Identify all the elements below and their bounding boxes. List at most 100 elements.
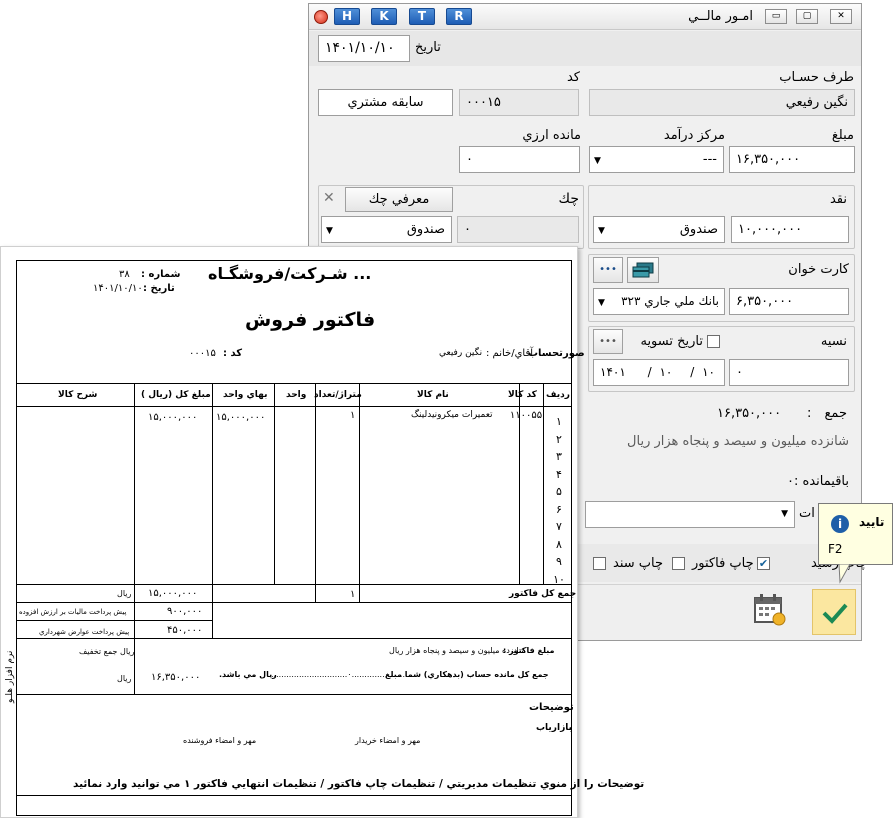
t-button[interactable]: T xyxy=(409,8,435,25)
cards-icon xyxy=(632,262,654,278)
item-qty: ۱ xyxy=(350,410,356,421)
k-button[interactable]: K xyxy=(371,8,397,25)
date-label: تاريخ xyxy=(415,40,441,55)
table-line xyxy=(274,383,275,584)
credit-field[interactable]: ۰ xyxy=(729,359,849,386)
income-center-label: مركز درآمد xyxy=(663,128,725,143)
row-numbers: ۱ ۲ ۳ ۴ ۵ ۶ ۷ ۸ ۹ ۱۰ xyxy=(553,413,565,588)
total-value: ۱۶,۳۵۰,۰۰۰ xyxy=(717,406,782,421)
vat-value: ۹۰۰,۰۰۰ xyxy=(167,606,203,617)
chevron-down-icon: ▼ xyxy=(594,156,601,166)
check-intro-button[interactable]: معرفي چك xyxy=(345,187,453,212)
sum-total: ۱۵,۰۰۰,۰۰۰ xyxy=(148,588,198,599)
party-field[interactable]: نگين رفيعي xyxy=(589,89,855,116)
app-icon[interactable] xyxy=(314,10,328,24)
income-center-select[interactable]: ▼ --- xyxy=(589,146,724,173)
cash-box-select[interactable]: ▼ صندوق xyxy=(593,216,725,243)
partial-label: ات xyxy=(799,506,815,521)
code-field: ۰۰۰۱۵ xyxy=(459,89,579,116)
check-label: چك xyxy=(558,191,579,207)
close-icon[interactable]: ✕ xyxy=(830,9,852,24)
print-doc-checkbox[interactable] xyxy=(593,557,606,570)
h-button[interactable]: H xyxy=(334,8,360,25)
fx-balance-field[interactable]: ۰ xyxy=(459,146,580,173)
col-price: بهاي واحد xyxy=(223,390,268,400)
discount-label: ريال جمع تخفيف xyxy=(79,647,135,656)
table-line xyxy=(16,620,213,621)
bank-value: بانك ملي جاري ۳۲۳ xyxy=(621,294,719,308)
amount-field[interactable]: ۱۶,۳۵۰,۰۰۰ xyxy=(729,146,855,173)
calendar-button[interactable] xyxy=(752,592,792,634)
remaining-value: ۰ xyxy=(787,474,794,489)
chevron-down-icon: ▼ xyxy=(598,298,605,308)
person-name: نگين رفيعي xyxy=(439,348,483,358)
item-name: تعميرات ميكرونيدلينگ xyxy=(411,410,493,420)
balance-end: ريال مي باشد. xyxy=(219,670,277,679)
table-line xyxy=(16,694,572,695)
r-button[interactable]: R xyxy=(446,8,472,25)
minimize-icon[interactable]: ▭ xyxy=(765,9,787,24)
settle-date-checkbox[interactable] xyxy=(707,335,720,348)
print-doc-label: چاپ سند xyxy=(613,556,664,571)
check-field[interactable]: ۰ xyxy=(457,216,579,243)
date-separator: / xyxy=(647,365,652,379)
title-bar: H K T R امـور مالــي ▭ ▢ ✕ xyxy=(309,4,861,30)
net-total: ۱۶,۳۵۰,۰۰۰ xyxy=(151,672,201,683)
frame-line xyxy=(16,260,17,816)
info-icon: i xyxy=(831,515,849,533)
print-receipt-checkbox[interactable]: ✔ xyxy=(757,557,770,570)
date-field[interactable]: ۱۴۰۱/۱۰/۱۰ xyxy=(318,35,410,62)
partial-select[interactable]: ▼ xyxy=(585,501,795,528)
row-number: ۲ xyxy=(556,432,562,446)
amount-words: شانزده ميليون و سيصد و پنجاه هزار ريال xyxy=(389,646,526,655)
table-line xyxy=(16,795,572,796)
company-name: ... شـركت/فروشگـاه xyxy=(208,264,372,283)
chevron-down-icon: ▼ xyxy=(598,226,605,236)
tooltip-pointer xyxy=(838,564,851,584)
credit-label: نسيه xyxy=(820,334,847,349)
month-part: ۱۰ xyxy=(659,365,673,379)
settle-date-field[interactable]: ۱۴۰۱ / ۱۰ / ۱۰ xyxy=(593,359,725,386)
confirm-tooltip: i تاييد F2 xyxy=(818,503,893,565)
invoice-title: فاكتور فروش xyxy=(245,309,376,331)
card-amount-field[interactable]: ۶,۳۵۰,۰۰۰ xyxy=(729,288,849,315)
table-line xyxy=(16,383,572,384)
frame-line xyxy=(16,260,572,261)
seller-signature: مهر و امضاء فروشنده xyxy=(183,736,257,745)
tooltip-shortcut: F2 xyxy=(828,542,843,556)
cards-icon-button[interactable] xyxy=(627,257,659,283)
print-invoice-checkbox[interactable] xyxy=(672,557,685,570)
col-qty: متراژ/تعداد xyxy=(314,390,362,400)
cash-field[interactable]: ۱۰,۰۰۰,۰۰۰ xyxy=(731,216,849,243)
table-line xyxy=(16,406,572,407)
clear-icon[interactable]: ✕ xyxy=(323,190,335,206)
history-button[interactable]: سابقه مشتري xyxy=(318,89,453,116)
more-button[interactable]: ••• xyxy=(593,329,623,354)
check-box-select[interactable]: ▼ صندوق xyxy=(321,216,452,243)
invoice-number: ۳۸ xyxy=(119,269,130,280)
sum-qty: ۱ xyxy=(350,589,356,600)
table-line xyxy=(212,383,213,639)
notes-label: توضيحات xyxy=(529,702,574,713)
total-label: جمع xyxy=(824,406,847,421)
confirm-button[interactable] xyxy=(812,589,856,635)
fx-balance-label: مانده ارزي xyxy=(522,128,581,143)
year-part: ۱۴۰۱ xyxy=(600,365,626,379)
row-number: ۳ xyxy=(556,450,562,463)
vat-label: پيش پرداخت ماليات بر ارزش افزوده xyxy=(19,608,127,616)
chevron-down-icon: ▼ xyxy=(781,509,788,519)
row-number: ۱ xyxy=(556,415,562,428)
bank-select[interactable]: ▼ بانك ملي جاري ۳۲۳ xyxy=(593,288,725,315)
item-price: ۱۵,۰۰۰,۰۰۰ xyxy=(216,412,266,423)
item-total: ۱۵,۰۰۰,۰۰۰ xyxy=(148,412,198,423)
maximize-icon[interactable]: ▢ xyxy=(796,9,818,24)
side-brand-text: نرم افزار هلـو xyxy=(5,650,15,704)
net-currency: ريال xyxy=(117,674,132,683)
municipal-label: پيش پرداخت عوارض شهرداري xyxy=(39,628,130,636)
customer-code: ۰۰۰۱۵ xyxy=(189,348,216,359)
table-line xyxy=(315,383,316,602)
more-button[interactable]: ••• xyxy=(593,257,623,283)
total-colon: : xyxy=(807,406,812,421)
row-number: ۵ xyxy=(556,485,562,498)
col-desc: شرح كالا xyxy=(58,390,98,400)
